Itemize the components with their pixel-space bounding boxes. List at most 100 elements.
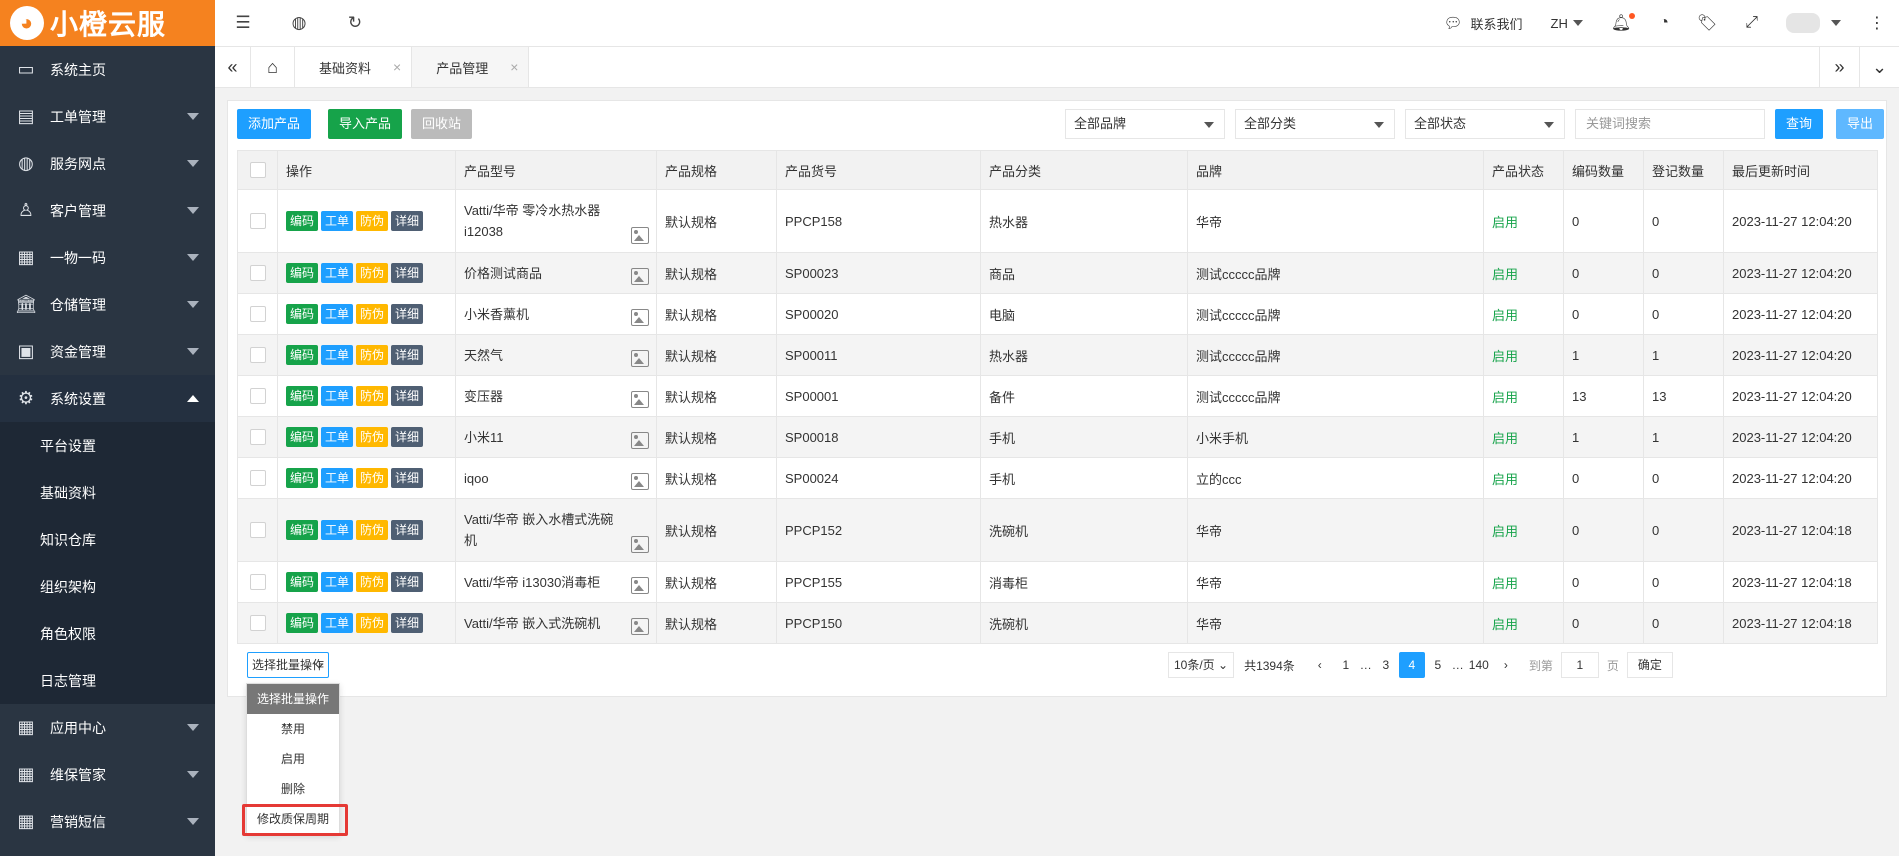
tab-scroll-right-icon[interactable]: » <box>1819 47 1859 87</box>
detail-button[interactable]: 详细 <box>391 427 424 447</box>
fullscreen-icon[interactable]: ⤢ <box>1731 0 1772 46</box>
row-checkbox[interactable] <box>249 306 266 322</box>
row-checkbox[interactable] <box>249 429 266 445</box>
page-number[interactable]: 3 <box>1373 652 1399 678</box>
detail-button[interactable]: 详细 <box>391 345 424 365</box>
sidebar-subitem[interactable]: 日志管理 <box>0 657 215 704</box>
row-checkbox[interactable] <box>249 615 266 631</box>
detail-button[interactable]: 详细 <box>391 613 424 633</box>
image-icon[interactable] <box>631 309 649 326</box>
code-button[interactable]: 编码 <box>286 211 319 231</box>
menu-toggle-icon[interactable]: ☰ <box>215 0 271 46</box>
sidebar-item[interactable]: ▦ 维保管家 <box>0 751 215 798</box>
logo[interactable]: ◕ 小橙云服 <box>0 0 215 46</box>
recycle-bin-button[interactable]: 回收站 <box>411 109 473 139</box>
page-number[interactable]: 4 <box>1398 652 1425 678</box>
image-icon[interactable] <box>631 618 649 635</box>
dropdown-option-delete[interactable]: 删除 <box>247 774 339 804</box>
anti-fake-button[interactable]: 防伪 <box>356 468 389 488</box>
query-button[interactable]: 查询 <box>1775 109 1824 139</box>
anti-fake-button[interactable]: 防伪 <box>356 211 389 231</box>
sidebar-item[interactable]: 🏛︎ 仓储管理 <box>0 281 215 328</box>
next-page-icon[interactable]: › <box>1493 652 1519 678</box>
select-all-checkbox[interactable] <box>249 162 266 178</box>
theme-palette-icon[interactable]: ◔ <box>1645 0 1683 46</box>
detail-button[interactable]: 详细 <box>391 572 424 592</box>
sidebar-item[interactable]: ▣ 资金管理 <box>0 328 215 375</box>
more-vertical-icon[interactable]: ⋮ <box>1855 0 1899 46</box>
sidebar-item[interactable]: ◍ 服务网点 <box>0 140 215 187</box>
dropdown-option-modify-warranty[interactable]: 修改质保周期 <box>247 804 339 834</box>
language-select[interactable]: ZH <box>1537 0 1597 46</box>
home-tab-icon[interactable]: ⌂ <box>251 47 295 87</box>
sidebar-subitem[interactable]: 组织架构 <box>0 563 215 610</box>
page-number[interactable]: 5 <box>1425 652 1451 678</box>
row-checkbox-cell[interactable] <box>237 252 278 294</box>
image-icon[interactable] <box>631 577 649 594</box>
dropdown-option-disable[interactable]: 禁用 <box>247 714 339 744</box>
anti-fake-button[interactable]: 防伪 <box>356 263 389 283</box>
row-checkbox-cell[interactable] <box>237 293 278 335</box>
row-checkbox[interactable] <box>249 347 266 363</box>
row-checkbox-cell[interactable] <box>237 498 278 562</box>
sidebar-item[interactable]: ▭ 系统主页 <box>0 46 215 93</box>
anti-fake-button[interactable]: 防伪 <box>356 304 389 324</box>
code-button[interactable]: 编码 <box>286 345 319 365</box>
image-icon[interactable] <box>631 227 649 244</box>
dropdown-option-enable[interactable]: 启用 <box>247 744 339 774</box>
image-icon[interactable] <box>631 350 649 367</box>
work-order-button[interactable]: 工单 <box>321 263 354 283</box>
refresh-icon[interactable]: ↻ <box>327 0 383 46</box>
row-checkbox-cell[interactable] <box>237 602 278 644</box>
page-size-select[interactable]: 10条/页 ⌄ <box>1168 652 1235 678</box>
sidebar-subitem[interactable]: 知识仓库 <box>0 516 215 563</box>
status-select[interactable]: 全部状态 <box>1405 109 1565 139</box>
code-button[interactable]: 编码 <box>286 304 319 324</box>
sidebar-item[interactable]: ▤ 工单管理 <box>0 93 215 140</box>
dropdown-option-placeholder[interactable]: 选择批量操作 <box>247 684 339 714</box>
code-button[interactable]: 编码 <box>286 263 319 283</box>
image-icon[interactable] <box>631 268 649 285</box>
category-select[interactable]: 全部分类 <box>1235 109 1395 139</box>
image-icon[interactable] <box>631 432 649 449</box>
tab-basic-data[interactable]: 基础资料 × <box>295 47 413 87</box>
anti-fake-button[interactable]: 防伪 <box>356 520 389 540</box>
goto-confirm-button[interactable]: 确定 <box>1626 652 1673 678</box>
export-button[interactable]: 导出 <box>1836 109 1885 139</box>
row-checkbox-cell[interactable] <box>237 189 278 253</box>
row-checkbox-cell[interactable] <box>237 561 278 603</box>
image-icon[interactable] <box>631 473 649 490</box>
code-button[interactable]: 编码 <box>286 468 319 488</box>
row-checkbox-cell[interactable] <box>237 416 278 458</box>
detail-button[interactable]: 详细 <box>391 386 424 406</box>
code-button[interactable]: 编码 <box>286 613 319 633</box>
page-number[interactable]: 1 <box>1333 652 1359 678</box>
goto-page-input[interactable]: 1 <box>1560 652 1599 678</box>
image-icon[interactable] <box>631 391 649 408</box>
work-order-button[interactable]: 工单 <box>321 468 354 488</box>
anti-fake-button[interactable]: 防伪 <box>356 386 389 406</box>
work-order-button[interactable]: 工单 <box>321 572 354 592</box>
work-order-button[interactable]: 工单 <box>321 386 354 406</box>
work-order-button[interactable]: 工单 <box>321 345 354 365</box>
keyword-search-input[interactable]: 关键词搜索 <box>1575 109 1765 139</box>
row-checkbox-cell[interactable] <box>237 375 278 417</box>
detail-button[interactable]: 详细 <box>391 520 424 540</box>
row-checkbox[interactable] <box>249 265 266 281</box>
tab-product-management[interactable]: 产品管理 × <box>412 47 530 87</box>
row-checkbox[interactable] <box>249 574 266 590</box>
close-icon[interactable]: × <box>510 59 518 75</box>
brand-select[interactable]: 全部品牌 <box>1065 109 1225 139</box>
row-checkbox-cell[interactable] <box>237 457 278 499</box>
contact-us-button[interactable]: 💬︎ 联系我们 <box>1429 0 1536 46</box>
work-order-button[interactable]: 工单 <box>321 520 354 540</box>
code-button[interactable]: 编码 <box>286 572 319 592</box>
select-all-cell[interactable] <box>237 150 278 190</box>
anti-fake-button[interactable]: 防伪 <box>356 613 389 633</box>
image-icon[interactable] <box>631 536 649 553</box>
anti-fake-button[interactable]: 防伪 <box>356 572 389 592</box>
work-order-button[interactable]: 工单 <box>321 613 354 633</box>
detail-button[interactable]: 详细 <box>391 211 424 231</box>
user-avatar[interactable] <box>1772 0 1855 46</box>
anti-fake-button[interactable]: 防伪 <box>356 427 389 447</box>
